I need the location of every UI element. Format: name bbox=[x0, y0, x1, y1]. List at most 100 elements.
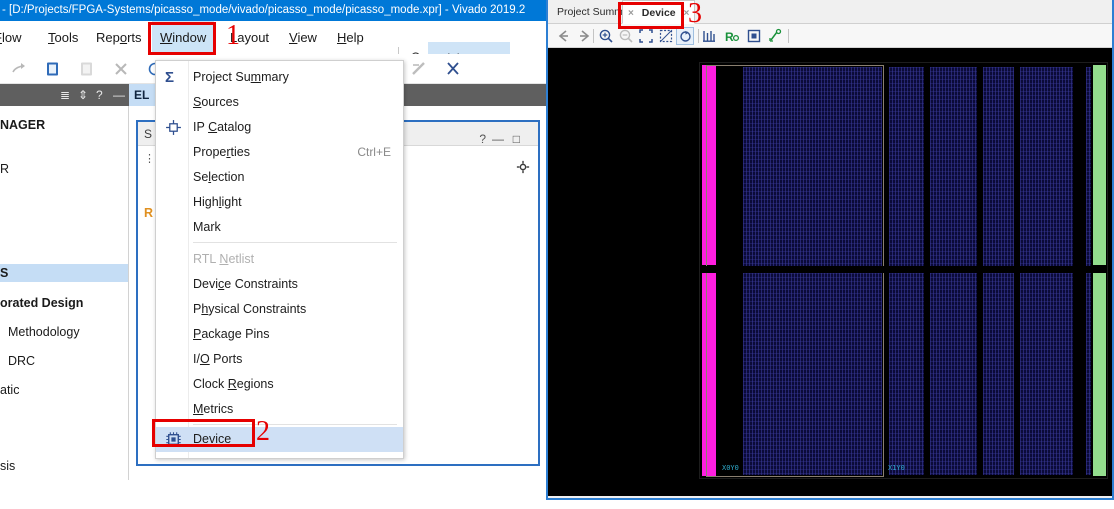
menu-entry-selection[interactable]: Selection bbox=[156, 165, 403, 190]
menu-entry-rtl-netlist: RTL Netlist bbox=[156, 247, 403, 272]
menu-entry-package-pins[interactable]: Package Pins bbox=[156, 322, 403, 347]
fabric-col-1-top bbox=[889, 67, 924, 266]
vivado-bottom-area bbox=[0, 480, 546, 509]
flow-navigator-item-1[interactable]: S bbox=[0, 264, 129, 282]
menu-item-flow-label: low bbox=[2, 30, 22, 45]
toolbar-divider bbox=[593, 29, 594, 43]
menu-item-reports-label: rts bbox=[127, 30, 141, 45]
device-floorplan-canvas[interactable]: X0Y0 X1Y0 bbox=[548, 48, 1112, 496]
close-icon[interactable] bbox=[112, 60, 130, 78]
menu-entry-project-summary[interactable]: Σ Project Summary bbox=[156, 65, 403, 90]
collapse-icon[interactable]: ≣ bbox=[60, 88, 70, 102]
menu-entry-io-ports[interactable]: I/O Ports bbox=[156, 347, 403, 372]
forward-arrow-icon[interactable] bbox=[10, 60, 28, 78]
zoom-out-icon bbox=[618, 28, 634, 44]
paste-icon bbox=[78, 60, 96, 78]
flow-navigator-item-2[interactable]: orated Design bbox=[0, 294, 83, 312]
device-view-window: Project Summary × Device × bbox=[546, 0, 1114, 500]
flow-navigator-item-5[interactable]: atic bbox=[0, 381, 19, 399]
copy-icon[interactable] bbox=[44, 60, 62, 78]
annotation-box-1 bbox=[148, 22, 216, 55]
toolbar-divider bbox=[788, 29, 789, 43]
menu-item-help-label: elp bbox=[346, 30, 363, 45]
menu-item-flow[interactable]: Flow bbox=[0, 21, 29, 54]
flow-navigator-panel: NAGER R S orated Design Methodology DRC … bbox=[0, 106, 129, 480]
zoom-fit-icon[interactable] bbox=[638, 28, 654, 44]
tab-elaborated-design-label: EL bbox=[134, 88, 149, 102]
back-arrow-icon[interactable] bbox=[556, 28, 572, 44]
clock-row-gap bbox=[702, 266, 1107, 273]
fabric-col-1-bot bbox=[889, 273, 924, 475]
expand-icon[interactable]: ⇕ bbox=[78, 88, 88, 102]
annotation-number-2: 2 bbox=[256, 418, 270, 446]
io-bank-right-bottom[interactable] bbox=[1093, 271, 1106, 476]
zoom-area-icon[interactable] bbox=[658, 28, 674, 44]
help-icon[interactable]: ? bbox=[96, 88, 103, 102]
clock-region-label-x1y0: X1Y0 bbox=[888, 464, 905, 472]
menu-item-view[interactable]: View bbox=[281, 21, 325, 54]
gear-icon[interactable] bbox=[516, 160, 530, 174]
unhighlight-icon[interactable] bbox=[410, 60, 428, 78]
refresh-button[interactable] bbox=[676, 27, 694, 45]
annotation-number-1: 1 bbox=[226, 22, 240, 50]
unmark-icon[interactable] bbox=[444, 60, 462, 78]
autofit-icon[interactable] bbox=[701, 28, 717, 44]
menu-separator-1 bbox=[193, 242, 397, 243]
menu-item-layout-label: ayout bbox=[237, 30, 269, 45]
menu-item-tools-label: ools bbox=[55, 30, 79, 45]
annotation-box-2 bbox=[152, 419, 255, 447]
panel-minimize-icon[interactable]: — bbox=[492, 127, 504, 146]
menu-entry-properties[interactable]: Properties Ctrl+E bbox=[156, 140, 403, 165]
menu-item-help[interactable]: Help bbox=[329, 21, 372, 54]
menu-entry-physical-constraints[interactable]: Physical Constraints bbox=[156, 297, 403, 322]
cross-probe-icon[interactable] bbox=[768, 28, 784, 44]
fabric-block-ll bbox=[743, 273, 882, 475]
screenshot-root: - [D:/Projects/FPGA-Systems/picasso_mode… bbox=[0, 0, 1114, 509]
annotation-box-3 bbox=[618, 2, 684, 29]
panel-help-icon[interactable]: ? bbox=[479, 127, 486, 146]
forward-arrow-icon[interactable] bbox=[576, 28, 592, 44]
menu-accel-properties: Ctrl+E bbox=[357, 140, 391, 165]
window-dropdown-menu: Σ Project Summary Sources IP Catalog Pro… bbox=[155, 60, 404, 459]
sources-panel-title: S bbox=[144, 127, 152, 141]
menu-entry-sources[interactable]: Sources bbox=[156, 90, 403, 115]
window-title-text: - [D:/Projects/FPGA-Systems/picasso_mode… bbox=[2, 4, 525, 16]
sources-tree-item-r[interactable]: R bbox=[144, 206, 153, 220]
fabric-col-2-bot bbox=[930, 273, 977, 475]
refresh-icon bbox=[678, 29, 693, 44]
menu-bar: Flow Tools Reports Window Layout View He… bbox=[0, 21, 546, 54]
menu-item-tools[interactable]: Tools bbox=[40, 21, 86, 54]
fabric-block-ul bbox=[743, 67, 882, 266]
menu-item-reports[interactable]: Reports bbox=[88, 21, 150, 54]
clock-region-label-x0y0: X0Y0 bbox=[722, 464, 739, 472]
fabric-col-2-top bbox=[930, 67, 977, 266]
fabric-col-4-top bbox=[1020, 67, 1073, 266]
flow-navigator-item-0[interactable]: R bbox=[0, 160, 9, 178]
menu-entry-device-constraints[interactable]: Device Constraints bbox=[156, 272, 403, 297]
menu-entry-highlight[interactable]: Highlight bbox=[156, 190, 403, 215]
fpga-die: X0Y0 X1Y0 bbox=[699, 62, 1108, 479]
flow-navigator-item-6[interactable]: sis bbox=[0, 457, 15, 475]
zoom-in-icon[interactable] bbox=[598, 28, 614, 44]
flow-navigator-header: NAGER bbox=[0, 116, 45, 134]
fabric-col-5-top bbox=[1086, 67, 1091, 266]
svg-text:R: R bbox=[725, 30, 734, 44]
sigma-icon: Σ bbox=[165, 69, 182, 86]
menu-entry-mark[interactable]: Mark bbox=[156, 215, 403, 240]
minimize-icon[interactable]: — bbox=[113, 88, 125, 102]
fabric-col-4-bot bbox=[1020, 273, 1073, 475]
menu-entry-ip-catalog[interactable]: IP Catalog bbox=[156, 115, 403, 140]
menu-item-view-label: iew bbox=[297, 30, 317, 45]
ip-catalog-icon bbox=[165, 119, 182, 136]
menu-entry-package[interactable]: Package bbox=[156, 452, 403, 459]
io-bank-right-top[interactable] bbox=[1093, 65, 1106, 265]
menu-entry-clock-regions[interactable]: Clock Regions bbox=[156, 372, 403, 397]
flow-navigator-item-3[interactable]: Methodology bbox=[8, 323, 80, 341]
routing-resources-icon[interactable]: R bbox=[724, 28, 740, 44]
sources-panel-toolbar-dots: ⋮ bbox=[144, 152, 155, 165]
fabric-col-3-bot bbox=[983, 273, 1014, 475]
placement-icon[interactable] bbox=[746, 28, 762, 44]
window-titlebar: - [D:/Projects/FPGA-Systems/picasso_mode… bbox=[0, 0, 546, 21]
panel-maximize-icon[interactable]: □ bbox=[513, 127, 520, 146]
flow-navigator-item-4[interactable]: DRC bbox=[8, 352, 35, 370]
